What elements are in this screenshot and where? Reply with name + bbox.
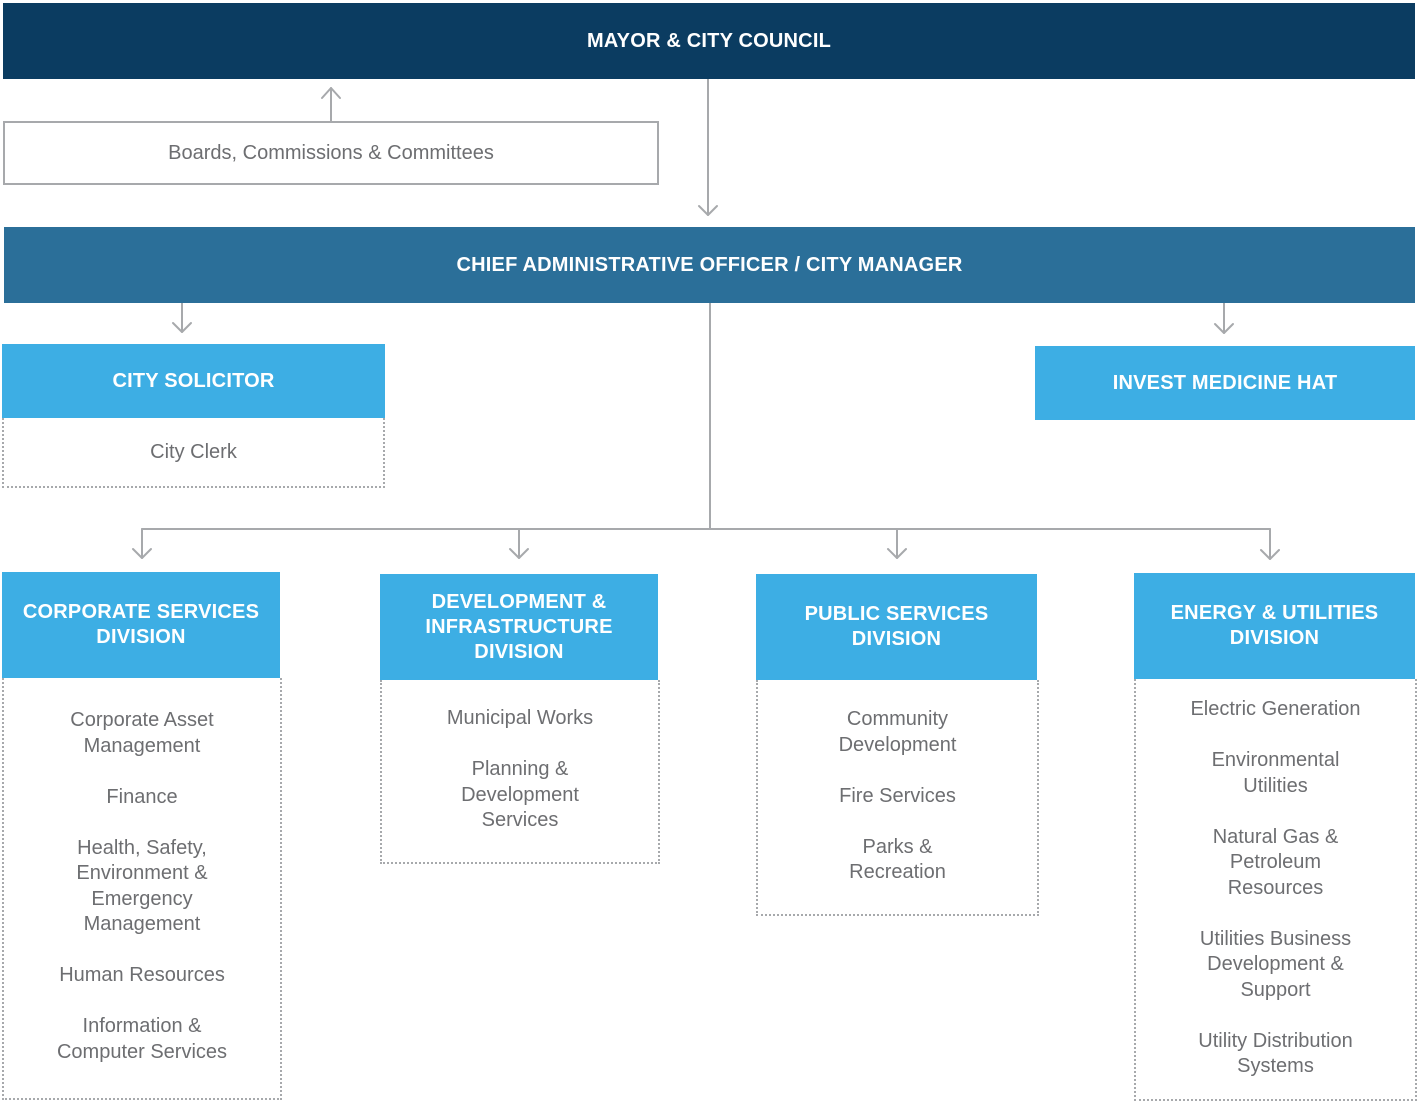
invest-medicine-hat-box: INVEST MEDICINE HAT	[1035, 346, 1415, 420]
list-item: Parks & Recreation	[849, 835, 946, 884]
list-item: Finance	[106, 785, 178, 808]
division-label: DEVELOPMENT & INFRASTRUCTURE DIVISION	[425, 590, 613, 663]
list-item: Utility Distribution Systems	[1198, 1029, 1353, 1078]
city-solicitor-label: CITY SOLICITOR	[112, 369, 275, 392]
development-infrastructure-division-header: DEVELOPMENT & INFRASTRUCTURE DIVISION	[380, 574, 658, 680]
city-solicitor-sub-box: City Clerk	[2, 418, 385, 488]
city-solicitor-box: CITY SOLICITOR	[2, 344, 385, 418]
list-item: Electric Generation	[1190, 698, 1361, 720]
division-label: ENERGY & UTILITIES DIVISION	[1170, 602, 1379, 649]
corporate-services-division-header: CORPORATE SERVICES DIVISION	[2, 572, 280, 678]
list-item: Information & Computer Services	[56, 1015, 228, 1063]
list-item: Natural Gas & Petroleum Resources	[1212, 825, 1339, 899]
development-infrastructure-list: Municipal Works Planning & Development S…	[380, 706, 660, 834]
boards-commissions-label: Boards, Commissions & Committees	[168, 141, 494, 164]
list-item: Planning & Development Services	[461, 758, 579, 831]
list-item: Health, Safety, Environment & Emergency …	[76, 836, 208, 936]
division-label: PUBLIC SERVICES DIVISION	[804, 603, 989, 650]
public-services-list: Community Development Fire Services Park…	[756, 707, 1039, 886]
energy-utilities-division-header: ENERGY & UTILITIES DIVISION	[1134, 573, 1415, 679]
list-item: Community Development	[838, 708, 957, 756]
list-item: Environmental Utilities	[1211, 749, 1340, 797]
boards-commissions-box: Boards, Commissions & Committees	[3, 121, 659, 185]
cao-city-manager-box: CHIEF ADMINISTRATIVE OFFICER / CITY MANA…	[4, 227, 1415, 303]
invest-medicine-hat-label: INVEST MEDICINE HAT	[1112, 371, 1338, 394]
list-item: Municipal Works	[446, 707, 594, 729]
city-clerk-label: City Clerk	[150, 440, 237, 463]
list-item: Fire Services	[839, 784, 956, 807]
list-item: Utilities Business Development & Support	[1199, 927, 1352, 1001]
cao-city-manager-label: CHIEF ADMINISTRATIVE OFFICER / CITY MANA…	[456, 253, 963, 276]
public-services-division-header: PUBLIC SERVICES DIVISION	[756, 574, 1037, 680]
list-item: Human Resources	[59, 964, 225, 986]
mayor-city-council-box: MAYOR & CITY COUNCIL	[3, 3, 1415, 79]
corporate-services-list: Corporate Asset Management Finance Healt…	[2, 708, 282, 1065]
list-item: Corporate Asset Management	[70, 709, 214, 757]
mayor-city-council-label: MAYOR & CITY COUNCIL	[586, 29, 832, 52]
energy-utilities-list: Electric Generation Environmental Utilit…	[1134, 697, 1417, 1080]
division-label: CORPORATE SERVICES DIVISION	[22, 601, 260, 648]
